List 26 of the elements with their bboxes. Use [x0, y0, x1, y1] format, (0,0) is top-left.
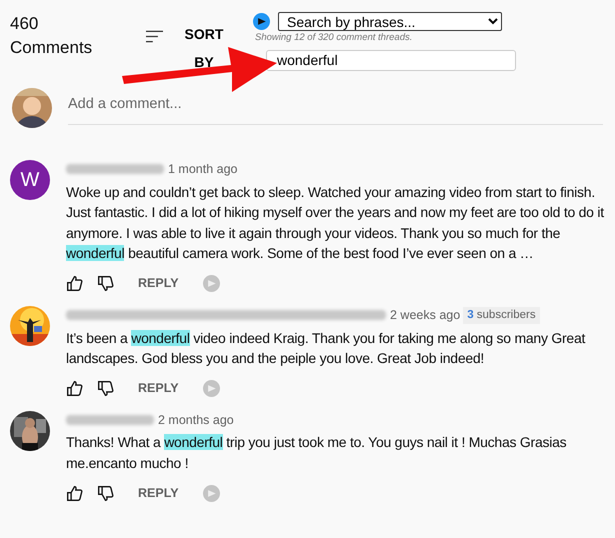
thumbs-down-icon: [97, 275, 114, 292]
subscriber-badge: 3 subscribers: [463, 306, 540, 324]
thumbs-up-icon: [66, 275, 83, 292]
reply-button[interactable]: REPLY: [128, 274, 189, 294]
comment-text: Woke up and couldn’t get back to sleep. Watched your amazing video from start to finish. Just fantastic. I did a lot of hiking myself over the years and now my feet are too old to do it anymore. I was able to live it again through your videos. Thank you so much for the wonderful beautiful camera work. Some of the best food I’ve ever seen on a …: [66, 182, 605, 264]
search-field[interactable]: wonderful: [266, 50, 516, 72]
comment-time: 2 months ago: [158, 412, 234, 429]
avatar: W: [10, 160, 50, 200]
extension-logo-icon: [253, 13, 270, 30]
reply-button[interactable]: REPLY: [128, 379, 189, 398]
thumbs-down-icon: [97, 484, 114, 502]
comment-count: 460: [10, 13, 40, 35]
comment-time: 2 weeks ago: [390, 306, 460, 324]
reply-button[interactable]: REPLY: [128, 484, 189, 503]
sort-by-button[interactable]: SORT BY: [179, 20, 229, 76]
phrase-select[interactable]: Search by phrases...: [278, 12, 502, 31]
thumbs-down-icon: [97, 380, 114, 397]
thumbs-up-icon: [66, 380, 83, 397]
comment-text: Thanks! What a wonderful trip you just took me to. You guys nail it ! Muchas Grasias me.encanto mucho !: [66, 433, 568, 473]
sort-icon[interactable]: [146, 28, 163, 45]
results-note: Showing 12 of 320 comment threads.: [255, 31, 414, 45]
comment-time: 1 month ago: [168, 161, 238, 178]
add-comment-field[interactable]: Add a comment...: [68, 90, 603, 125]
thumbs-up-icon: [66, 484, 83, 502]
comment-count-label: Comments: [10, 37, 94, 59]
comment-text: It’s been a wonderful video indeed Kraig. Thank you for taking me along so many Great landscapes. God bless you and the peiple you love. Great Job indeed!: [66, 328, 586, 368]
